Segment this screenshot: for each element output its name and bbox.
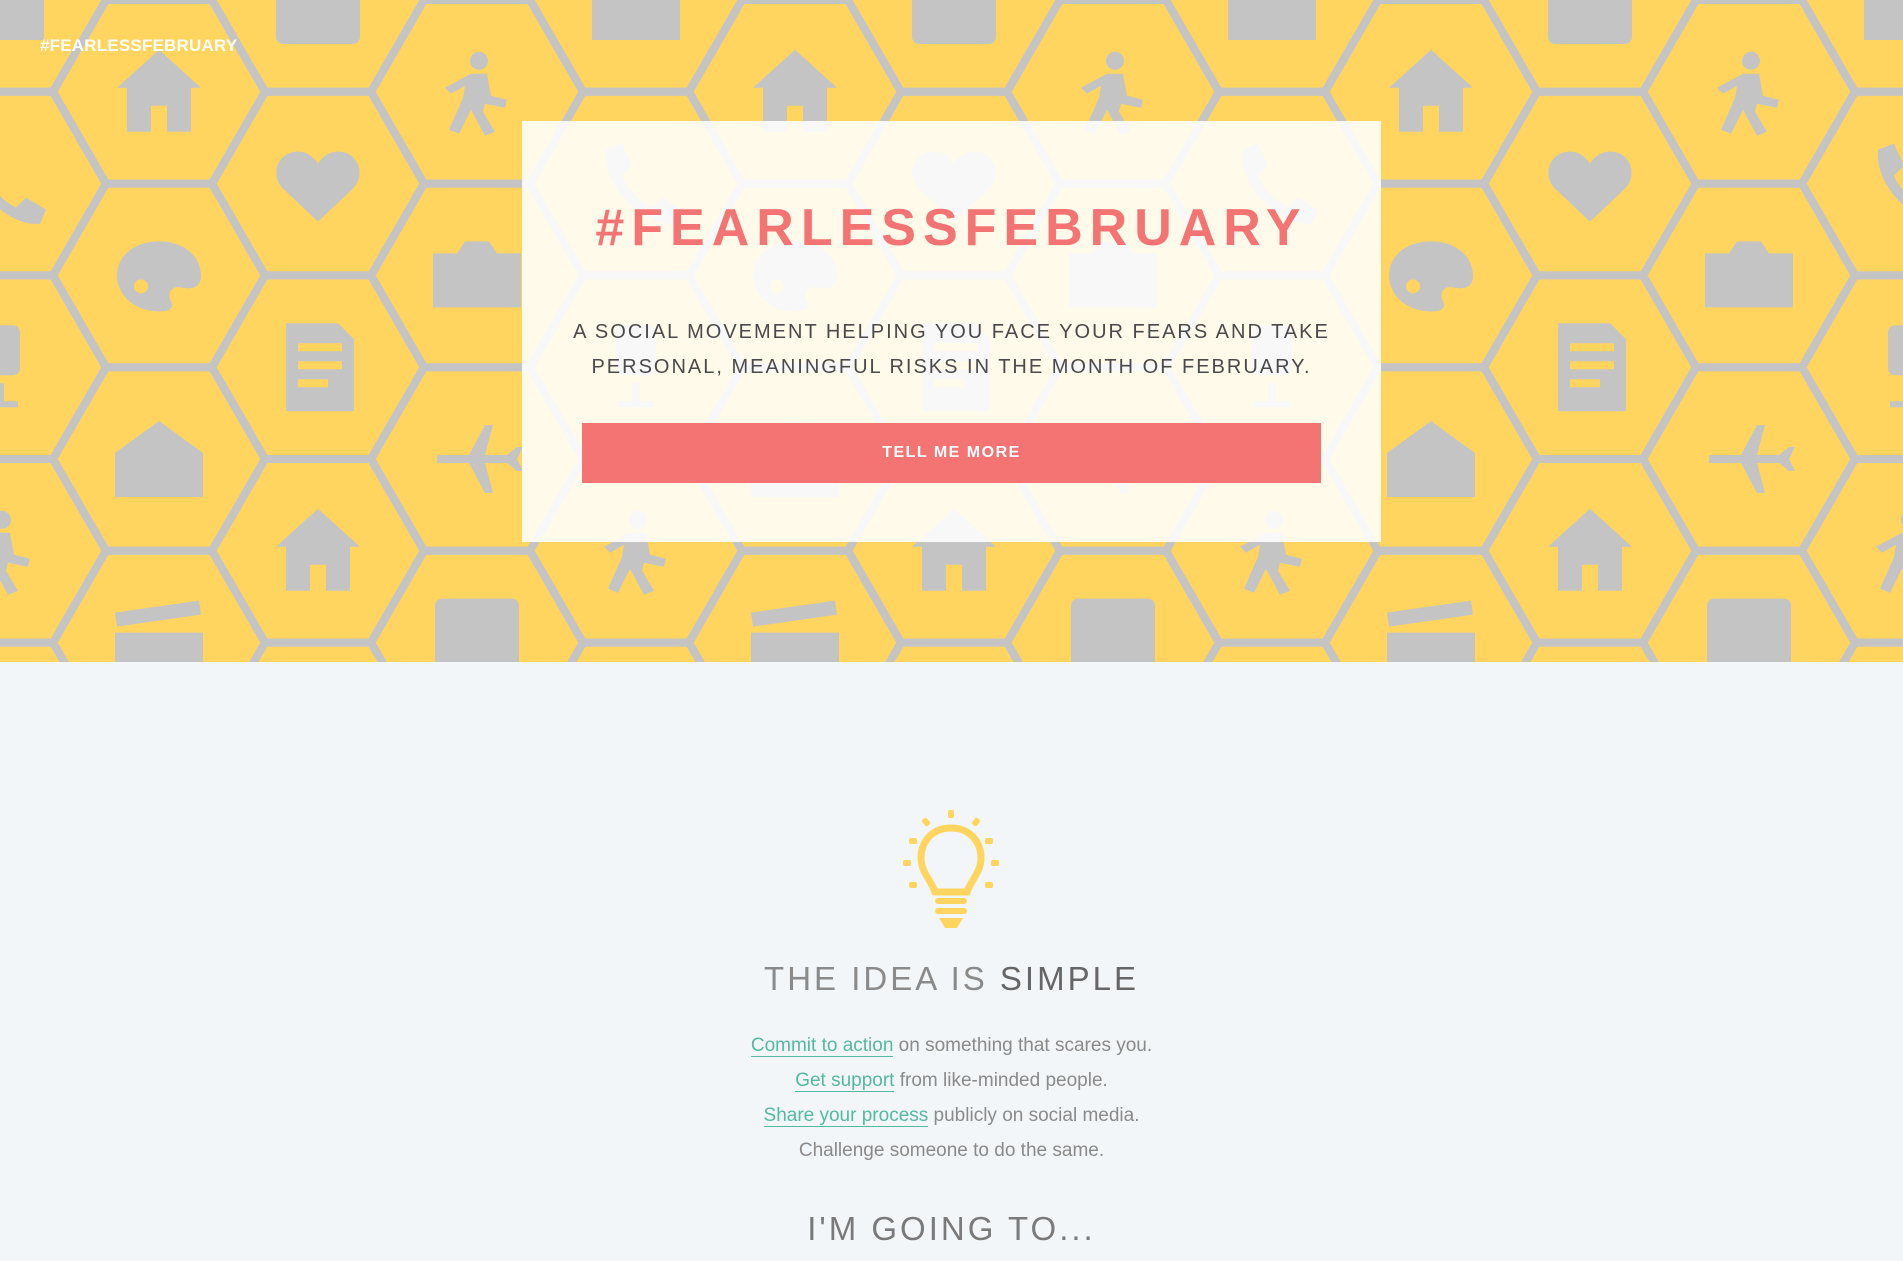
- walking-person-icon: [1717, 51, 1779, 136]
- heart-icon: [276, 151, 360, 222]
- palette-icon: [1389, 241, 1473, 312]
- walking-person-icon: [0, 510, 30, 595]
- hexagon-cell: [249, 638, 387, 662]
- hexagon-cell: [0, 455, 111, 647]
- idea-steps: Commit to action on something that scare…: [0, 1028, 1903, 1168]
- music-note-icon: [435, 598, 519, 662]
- lightbulb-icon: [903, 810, 999, 928]
- house-icon: [276, 508, 360, 591]
- share-your-process-link[interactable]: Share your process: [763, 1105, 929, 1127]
- clapperboard-icon: [0, 0, 44, 40]
- idea-heading: THE IDEA IS SIMPLE: [0, 960, 1903, 998]
- music-note-icon: [1071, 598, 1155, 662]
- envelope-icon: [115, 421, 203, 497]
- music-note-icon: [1548, 0, 1632, 44]
- hexagon-cell: [1797, 455, 1903, 647]
- music-note-icon: [912, 0, 996, 44]
- document-icon: [1558, 323, 1626, 412]
- hexagon-cell: [207, 271, 429, 463]
- hero-tagline: A social movement helping you face your …: [573, 321, 1330, 378]
- clapperboard-icon: [592, 0, 680, 40]
- clapperboard-icon: [1864, 0, 1903, 40]
- walking-person-icon: [445, 51, 507, 136]
- step-3: Share your process publicly on social me…: [0, 1098, 1903, 1133]
- idea-heading-light: THE IDEA IS: [764, 960, 988, 997]
- document-icon: [286, 323, 354, 412]
- step-1: Commit to action on something that scare…: [0, 1028, 1903, 1063]
- clapperboard-icon: [1228, 0, 1316, 40]
- tell-me-more-button[interactable]: TELL ME MORE: [582, 423, 1321, 483]
- camera-icon: [433, 241, 521, 308]
- hexagon-cell: [1479, 271, 1701, 463]
- palette-icon: [117, 241, 201, 312]
- airplane-icon: [437, 425, 523, 493]
- camera-icon: [1705, 241, 1793, 308]
- step-1-text: on something that scares you.: [893, 1035, 1153, 1056]
- house-icon: [1389, 49, 1473, 132]
- microphone-icon: [0, 325, 20, 408]
- music-note-icon: [1707, 598, 1791, 662]
- brand-link[interactable]: #FEARLESSFEBRUARY: [40, 36, 237, 56]
- hero-section: #FEARLESSFEBRUARY #FEARLESSFEBRUARY A so…: [0, 0, 1903, 662]
- hexagon-cell: [885, 638, 1023, 662]
- step-2-text: from like-minded people.: [894, 1070, 1108, 1091]
- walking-person-icon: [1876, 514, 1903, 593]
- hexagon-cell: [567, 638, 705, 662]
- idea-section: THE IDEA IS SIMPLE Commit to action on s…: [0, 662, 1903, 1261]
- idea-heading-strong: SIMPLE: [999, 960, 1139, 997]
- house-icon: [117, 49, 201, 132]
- hexagon-cell: [1797, 271, 1903, 463]
- clapperboard-icon: [1387, 600, 1475, 662]
- phone-icon: [0, 195, 46, 224]
- music-note-icon: [276, 0, 360, 44]
- heart-icon: [1548, 151, 1632, 222]
- step-3-text: publicly on social media.: [928, 1105, 1140, 1126]
- phone-icon: [1877, 143, 1903, 205]
- house-icon: [1548, 508, 1632, 591]
- hexagon-cell: [1203, 638, 1341, 662]
- envelope-icon: [1387, 421, 1475, 497]
- airplane-icon: [1709, 425, 1795, 493]
- hexagon-cell: [0, 87, 111, 280]
- microphone-icon: [1888, 325, 1903, 408]
- clapperboard-icon: [115, 600, 203, 662]
- going-to-heading: I'M GOING TO...: [807, 1210, 1096, 1247]
- step-4: Challenge someone to do the same.: [0, 1133, 1903, 1168]
- step-2: Get support from like-minded people.: [0, 1063, 1903, 1098]
- hero-title: #FEARLESSFEBRUARY: [595, 199, 1308, 257]
- hexagon-cell: [1839, 638, 1903, 662]
- step-4-text: Challenge someone to do the same.: [798, 1140, 1105, 1161]
- house-icon: [753, 49, 837, 132]
- hero-card: #FEARLESSFEBRUARY A social movement help…: [522, 121, 1381, 542]
- get-support-link[interactable]: Get support: [795, 1070, 895, 1092]
- clapperboard-icon: [751, 600, 839, 662]
- commit-to-action-link[interactable]: Commit to action: [750, 1035, 894, 1057]
- hexagon-cell: [1521, 638, 1659, 662]
